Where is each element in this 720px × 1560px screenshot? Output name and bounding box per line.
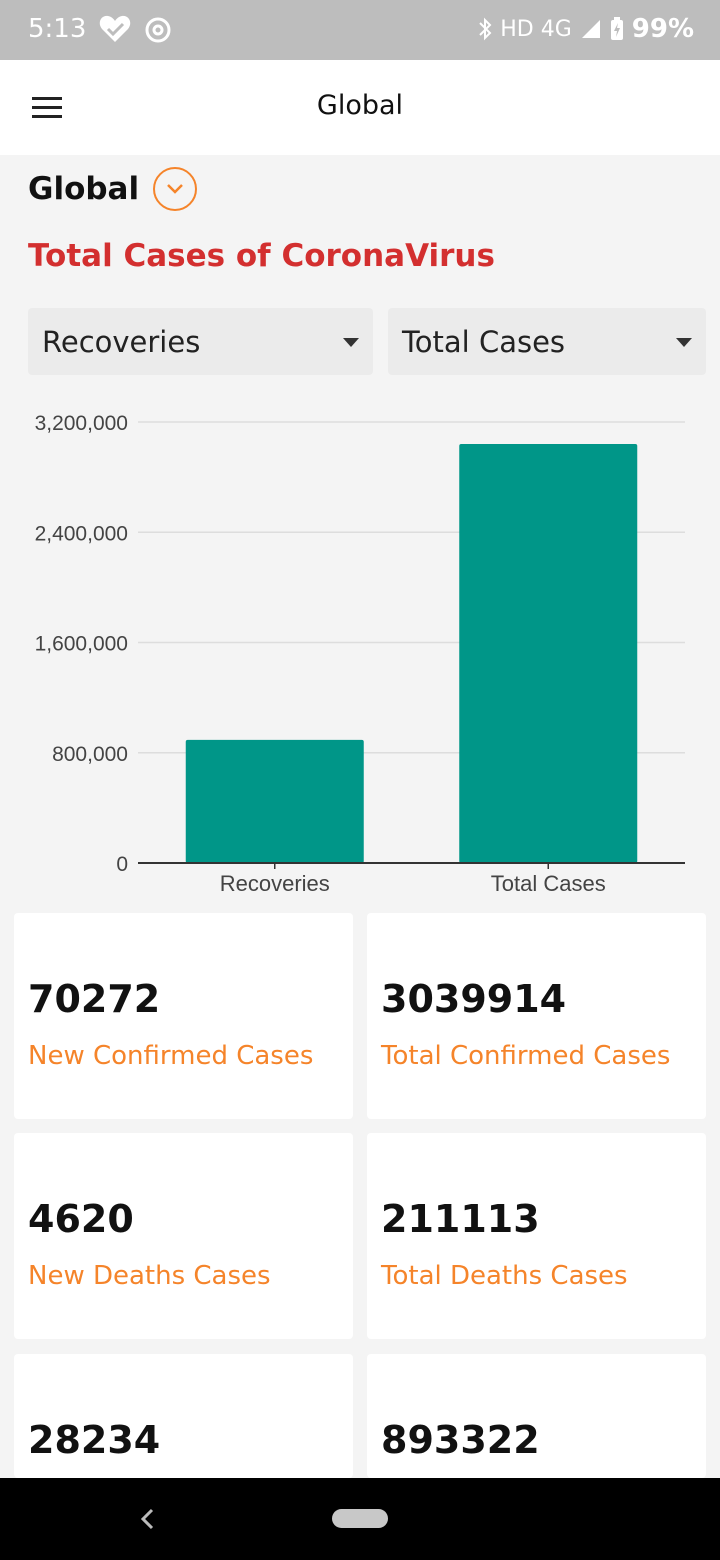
stat-card-new-deaths: 4620 New Deaths Cases [14,1133,353,1339]
section-title: Total Cases of CoronaVirus [28,238,495,274]
left-metric-dropdown[interactable]: Recoveries [28,308,373,375]
dropdown-caret-icon [343,338,359,347]
stat-label: Total Deaths Cases [381,1261,628,1291]
stat-value: 70272 [28,977,161,1021]
stat-value: 3039914 [381,977,567,1021]
at-sign-icon [145,17,171,43]
stat-card-total-deaths: 211113 Total Deaths Cases [367,1133,706,1339]
network-type: HD 4G [500,16,572,42]
home-pill-icon[interactable] [332,1509,388,1528]
region-selector: Global [28,165,198,213]
y-tick-label: 2,400,000 [35,522,128,545]
status-right-group: HD 4G 99% [478,14,694,44]
left-metric-value: Recoveries [42,325,201,359]
y-tick-label: 0 [116,853,128,876]
right-metric-value: Total Cases [402,325,566,359]
battery-charging-icon [610,17,623,40]
signal-icon [581,20,600,38]
x-tick-label: Total Cases [491,871,606,896]
x-tick-label: Recoveries [220,871,330,896]
status-time: 5:13 [28,14,87,44]
bluetooth-icon [479,17,492,41]
y-tick-label: 800,000 [52,743,128,766]
dropdown-caret-icon [676,338,692,347]
y-tick-label: 1,600,000 [35,633,128,656]
stat-value: 4620 [28,1197,134,1241]
page-title: Global [316,90,404,121]
battery-percent: 99% [631,14,694,44]
region-label: Global [28,171,140,207]
stat-value: 893322 [381,1418,540,1462]
stat-card-total-confirmed: 3039914 Total Confirmed Cases [367,913,706,1119]
right-metric-dropdown[interactable]: Total Cases [388,308,706,375]
stat-label: New Confirmed Cases [28,1041,314,1071]
stat-card-new-confirmed: 70272 New Confirmed Cases [14,913,353,1119]
bar-chart: 0 800,000 1,600,000 2,400,000 3,200,000 Recov… [35,412,685,896]
system-nav-bar [0,1478,720,1560]
stat-label: Total Confirmed Cases [381,1041,671,1071]
stat-value: 28234 [28,1418,161,1462]
stat-card-total-recovered: 893322 [367,1354,706,1478]
stat-label: New Deaths Cases [28,1261,271,1291]
chart-bar [185,739,364,863]
heart-check-icon [99,15,131,43]
back-icon[interactable] [132,1502,162,1536]
chart-bar [459,444,638,863]
status-bar: 5:13 HD 4G 99% [0,0,720,60]
y-tick-label: 3,200,000 [35,412,128,435]
stat-card-new-recovered: 28234 [14,1354,353,1478]
chevron-down-circle-icon[interactable] [153,167,198,211]
stat-value: 211113 [381,1197,540,1241]
app-bar: Global [0,60,720,155]
